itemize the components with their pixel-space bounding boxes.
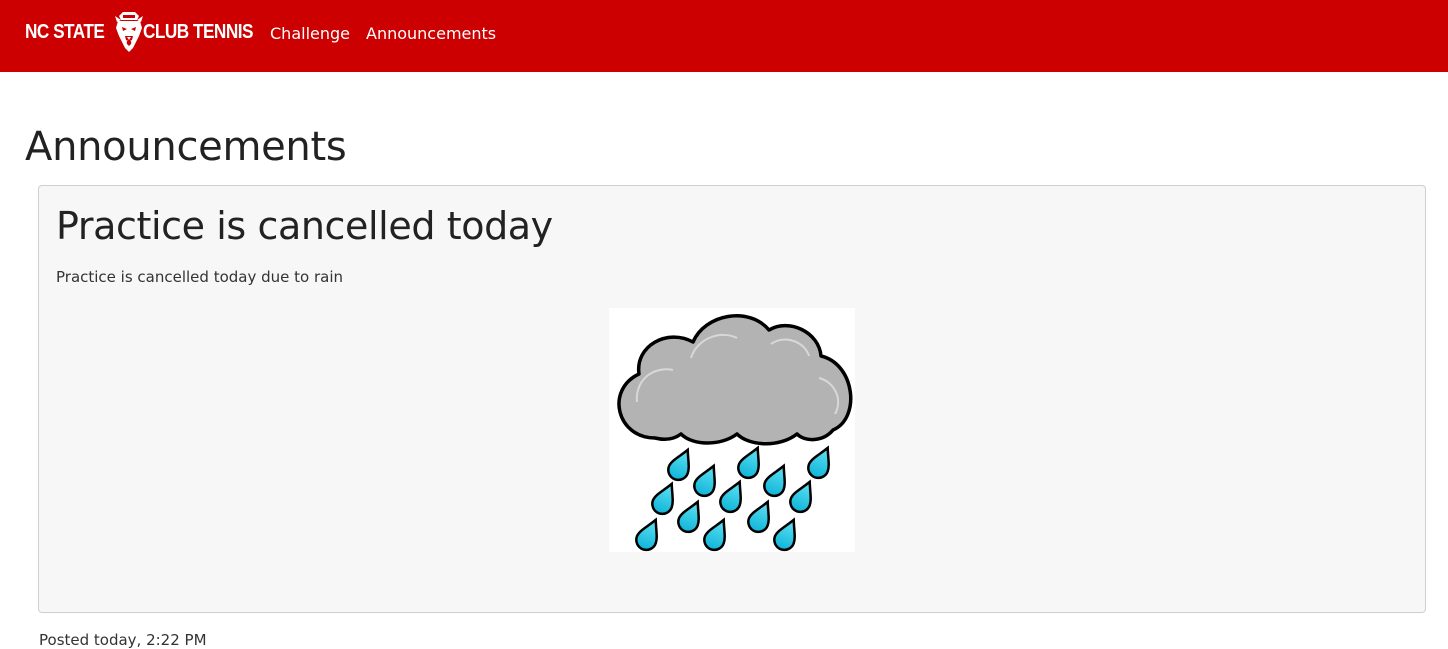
navbar: NC STATE CLUB TENNIS Challenge Announcem…: [0, 0, 1448, 72]
brand-right-text: CLUB TENNIS: [143, 20, 254, 43]
announcement-card: Practice is cancelled today Practice is …: [38, 185, 1426, 613]
announcement-title: Practice is cancelled today: [56, 204, 553, 248]
page-title: Announcements: [25, 124, 347, 170]
announcement-body: Practice is cancelled today due to rain: [56, 268, 344, 286]
wolf-mascot-icon: [115, 12, 144, 52]
brand-left-text: NC STATE: [25, 20, 105, 43]
rain-cloud-icon: [609, 308, 855, 552]
posted-timestamp: Posted today, 2:22 PM: [39, 631, 207, 649]
brand-logo-link[interactable]: NC STATE CLUB TENNIS: [25, 10, 271, 54]
nav-link-announcements[interactable]: Announcements: [366, 24, 496, 43]
nav-link-challenge[interactable]: Challenge: [270, 24, 350, 43]
